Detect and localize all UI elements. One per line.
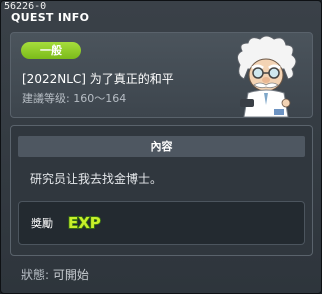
- reward-box: 獎勵 EXP: [18, 201, 305, 245]
- old-scientist-npc-icon: [236, 35, 297, 117]
- quest-info-window: 56226-0 QUEST INFO 一般 [2022NLC] 为了真正的和平 …: [0, 0, 322, 294]
- content-panel: 內容 研究员让我去找金博士。 獎勵 EXP: [10, 125, 313, 256]
- level-range: 160～164: [73, 92, 127, 105]
- quest-header-panel: 一般 [2022NLC] 为了真正的和平 建議等级: 160～164: [10, 32, 313, 118]
- status-value: 可開始: [52, 268, 89, 282]
- status-label: 狀態:: [21, 268, 50, 282]
- content-header: 內容: [18, 136, 305, 157]
- reward-label: 獎勵: [31, 217, 53, 230]
- quest-status: 狀態: 可開始: [21, 266, 89, 283]
- quest-name: [2022NLC] 为了真正的和平: [22, 72, 174, 86]
- level-label: 建議等级:: [22, 92, 70, 105]
- quest-description: 研究员让我去找金博士。: [30, 172, 163, 186]
- exp-icon-text: EXP: [68, 214, 101, 231]
- category-badge: 一般: [21, 42, 81, 59]
- exp-icon[interactable]: EXP: [67, 213, 101, 231]
- quest-level: 建議等级: 160～164: [22, 90, 126, 106]
- window-title: QUEST INFO: [11, 11, 90, 24]
